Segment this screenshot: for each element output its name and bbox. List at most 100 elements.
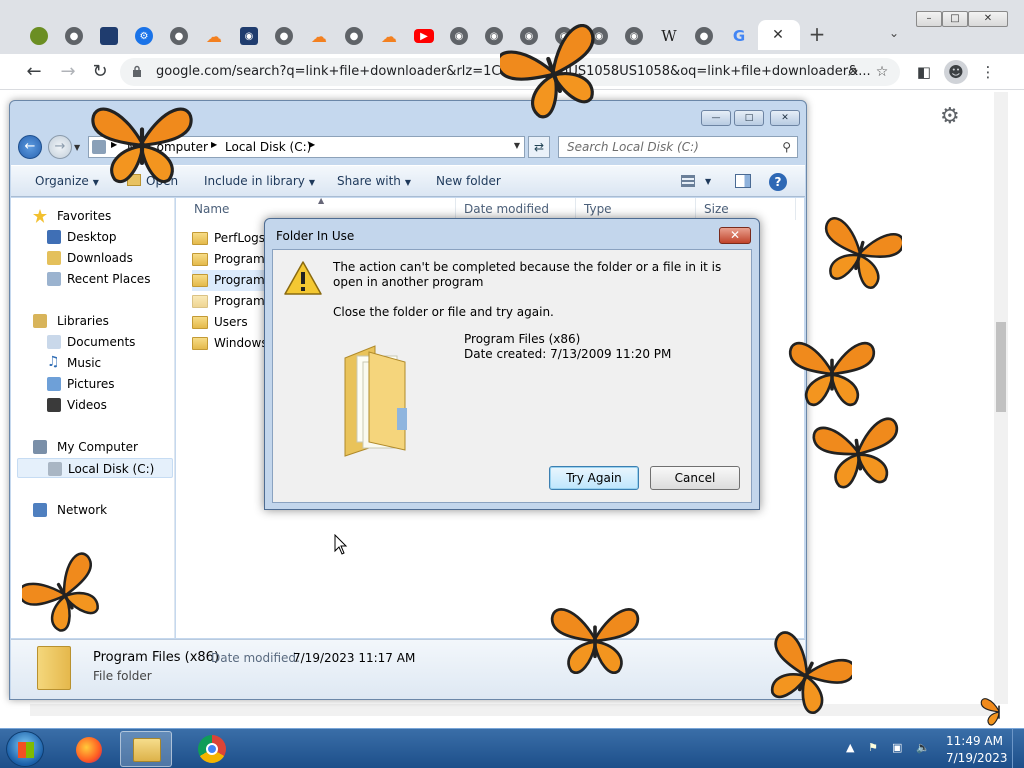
folder-icon [192, 232, 208, 245]
share-icon[interactable]: ↗ [842, 62, 862, 82]
tab-google[interactable]: G [726, 24, 752, 48]
action-center-icon[interactable]: ⚑ [868, 741, 878, 754]
new-folder-button[interactable]: New folder [436, 174, 501, 188]
show-desktop-button[interactable] [1012, 729, 1024, 768]
breadcrumb-local-disk[interactable]: Local Disk (C:) [225, 140, 311, 154]
nav-pictures[interactable]: Pictures [11, 374, 173, 394]
preview-pane-icon[interactable] [735, 174, 751, 188]
tab-globe[interactable]: ● [166, 24, 192, 48]
new-tab-button[interactable]: + [806, 24, 828, 46]
file-name: Users [214, 315, 248, 329]
explorer-minimize-button[interactable]: — [701, 110, 731, 126]
dialog-close-button[interactable]: ✕ [719, 227, 751, 244]
butterfly-icon [500, 24, 595, 119]
change-view-icon[interactable] [681, 175, 695, 187]
nav-videos[interactable]: Videos [11, 395, 173, 415]
tab-globe[interactable]: ● [271, 24, 297, 48]
share-with-button[interactable]: Share with ▼ [337, 174, 411, 188]
nav-desktop[interactable]: Desktop [11, 227, 173, 247]
nav-network[interactable]: Network [11, 500, 173, 520]
tab-youtube[interactable]: ▶ [411, 24, 437, 48]
tab-globe[interactable]: ● [691, 24, 717, 48]
explorer-maximize-button[interactable]: □ [734, 110, 764, 126]
forward-button[interactable]: → [56, 60, 80, 84]
tab-wikipedia[interactable]: W [656, 24, 682, 48]
folder-icon [192, 274, 208, 287]
menu-kebab-icon[interactable]: ⋮ [976, 60, 1000, 84]
reload-button[interactable]: ↻ [88, 60, 112, 84]
side-panel-icon[interactable]: ◧ [912, 60, 936, 84]
nav-documents[interactable]: Documents [11, 332, 173, 352]
taskbar-file-explorer[interactable] [120, 731, 172, 767]
view-dropdown-icon[interactable]: ▼ [705, 177, 711, 186]
tab-chrome[interactable]: ◉ [446, 24, 472, 48]
clock-date[interactable]: 7/19/2023 [946, 751, 1008, 765]
nav-favorites[interactable]: Favorites [11, 206, 173, 226]
tab-search-button[interactable]: ⌄ [884, 26, 904, 46]
cloudflare-icon: ☁ [206, 26, 222, 46]
page-vertical-scrollbar[interactable] [994, 92, 1008, 704]
explorer-back-button[interactable]: ← [18, 135, 42, 159]
scrollbar-thumb[interactable] [996, 322, 1006, 412]
help-icon[interactable]: ? [769, 173, 787, 191]
close-window-button[interactable]: ✕ [968, 11, 1008, 27]
profile-avatar[interactable]: ☻ [944, 60, 968, 84]
tab-chrome[interactable]: ◉ [621, 24, 647, 48]
back-button[interactable]: ← [22, 60, 46, 84]
tab-cloudflare[interactable]: ☁ [201, 24, 227, 48]
explorer-refresh-button[interactable]: ⇄ [528, 136, 550, 158]
clock-time[interactable]: 11:49 AM [946, 734, 1003, 748]
nav-pictures-label: Pictures [67, 377, 115, 391]
tab-globe[interactable]: ● [61, 24, 87, 48]
search-placeholder: Search Local Disk (C:) [567, 140, 699, 154]
column-size[interactable]: Size [696, 198, 796, 220]
details-modified-value: 7/19/2023 11:17 AM [293, 651, 416, 665]
nav-music[interactable]: ♫ Music [11, 353, 173, 373]
taskbar-chrome[interactable] [186, 731, 238, 767]
desktop-icon [47, 230, 61, 244]
tab-news[interactable] [96, 24, 122, 48]
cancel-button[interactable]: Cancel [650, 466, 740, 490]
tray-expand-icon[interactable]: ▲ [846, 741, 854, 754]
address-dropdown-icon[interactable]: ▼ [514, 141, 520, 150]
recent-places-icon [47, 272, 61, 286]
tab-camera[interactable]: ◉ [236, 24, 262, 48]
tab-cloudflare[interactable]: ☁ [376, 24, 402, 48]
tab-settings[interactable]: ⚙ [131, 24, 157, 48]
tab-cloudflare[interactable]: ☁ [306, 24, 332, 48]
recent-pages-dropdown[interactable]: ▼ [74, 143, 80, 152]
nav-local-disk[interactable]: Local Disk (C:) [17, 458, 173, 478]
nav-favorites-label: Favorites [57, 209, 112, 223]
column-type[interactable]: Type [576, 198, 696, 220]
tab-globe[interactable]: ● [341, 24, 367, 48]
folder-in-use-dialog: Folder In Use ✕ The action can't be comp… [264, 218, 760, 510]
nav-downloads[interactable]: Downloads [11, 248, 173, 268]
volume-muted-icon[interactable]: 🔈 [916, 741, 930, 754]
breadcrumb-separator: ▶ [211, 140, 218, 149]
taskbar-firefox[interactable] [62, 731, 114, 767]
try-again-button[interactable]: Try Again [549, 466, 639, 490]
include-in-library-button[interactable]: Include in library ▼ [204, 174, 315, 188]
nav-network-label: Network [57, 503, 108, 517]
bookmark-star-icon[interactable]: ☆ [872, 62, 892, 82]
restore-button[interactable]: □ [942, 11, 968, 27]
tab-extension[interactable] [26, 24, 52, 48]
sort-ascending-icon: ▲ [318, 196, 325, 205]
nav-my-computer[interactable]: My Computer [11, 437, 173, 457]
minimize-button[interactable]: – [916, 11, 942, 27]
explorer-forward-button[interactable]: → [48, 135, 72, 159]
cloudflare-icon: ☁ [381, 26, 397, 46]
start-button[interactable] [6, 731, 44, 767]
explorer-search-input[interactable]: Search Local Disk (C:) ⚲ [558, 136, 798, 158]
tab-close-button[interactable]: ✕ [770, 26, 786, 44]
network-tray-icon[interactable]: ▣ [892, 741, 902, 754]
nav-libraries[interactable]: Libraries [11, 311, 173, 331]
nav-recent-places[interactable]: Recent Places [11, 269, 173, 289]
settings-gear-icon[interactable]: ⚙ [940, 104, 964, 129]
nav-downloads-label: Downloads [67, 251, 133, 265]
details-name: Program Files (x86) [93, 650, 220, 665]
explorer-close-button[interactable]: ✕ [770, 110, 800, 126]
pictures-icon [47, 377, 61, 391]
chrome-icon: ◉ [450, 27, 468, 45]
column-date-modified[interactable]: Date modified [456, 198, 576, 220]
